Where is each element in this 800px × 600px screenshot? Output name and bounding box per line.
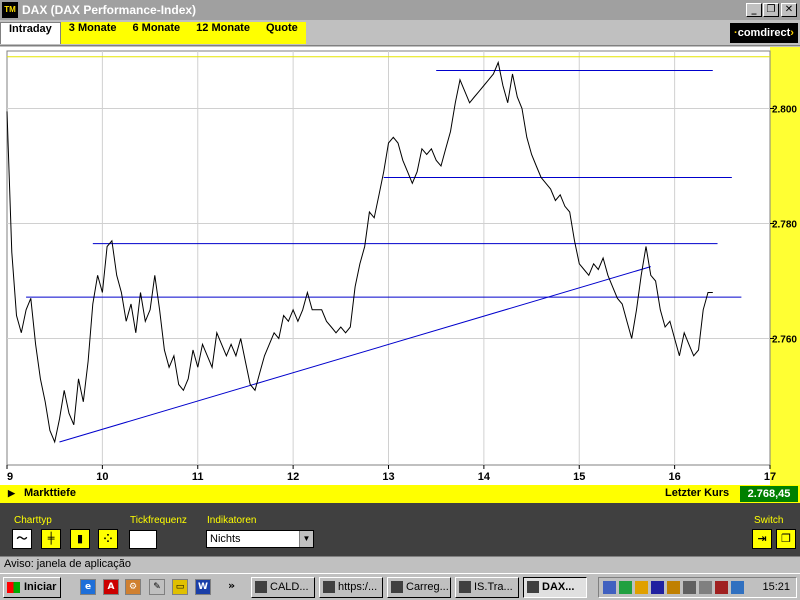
minimize-icon[interactable]: _ (746, 3, 762, 17)
task-cald-icon (255, 581, 267, 593)
charttyp-label: Charttyp (14, 515, 52, 526)
price-line (6, 60, 713, 444)
task-dax[interactable]: DAX... (523, 577, 587, 598)
switch-forward-icon[interactable]: ⇥ (752, 529, 772, 549)
expand-arrow-icon[interactable]: ▶ (8, 488, 15, 499)
tab-intraday[interactable]: Intraday (0, 22, 61, 44)
folder-icon[interactable]: ▭ (172, 579, 188, 595)
tray-app-icon[interactable] (731, 581, 744, 594)
switch-window-icon[interactable]: ❐ (776, 529, 796, 549)
taskbar: Iniciar e A ⚙ ✎ ▭ W » CALD... https:/...… (0, 573, 800, 600)
start-button[interactable]: Iniciar (3, 577, 61, 598)
control-panel: Charttyp 〜 ╪ ▮ ⁘ Tickfrequenz Indikatore… (0, 503, 800, 556)
indikatoren-select[interactable]: Nichts ▼ (206, 530, 314, 548)
task-cald[interactable]: CALD... (251, 577, 315, 598)
x-tick-label: 12 (287, 471, 299, 483)
task-https[interactable]: https:/... (319, 577, 383, 598)
x-tick-label: 16 (669, 471, 681, 483)
y-tick-label: 2.780 (772, 220, 797, 231)
logo-text: comdirect (737, 27, 791, 39)
task-https-icon (323, 581, 335, 593)
status-text: Aviso: janela de aplicação (4, 558, 131, 570)
task-https-label: https:/... (338, 581, 378, 593)
switch-label: Switch (754, 515, 784, 526)
tab-6-monate[interactable]: 6 Monate (124, 22, 189, 44)
x-tick-label: 10 (96, 471, 108, 483)
chart-area[interactable]: 9 10 11 12 13 14 15 16 17 2.800 2.780 2.760 (0, 47, 800, 485)
dropdown-arrow-icon[interactable]: ▼ (299, 531, 313, 547)
point-chart-icon[interactable]: ⁘ (98, 529, 118, 549)
letzter-kurs-value: 2.768,45 (740, 486, 798, 502)
internet-explorer-icon[interactable]: e (80, 579, 96, 595)
trendline[interactable] (59, 266, 651, 443)
windows-flag-icon (7, 582, 20, 593)
tray-globe-icon[interactable] (619, 581, 632, 594)
tab-list: Intraday 3 Monate 6 Monate 12 Monate Quo… (0, 22, 306, 44)
close-icon[interactable]: ✕ (781, 3, 797, 17)
task-dax-icon (527, 581, 539, 593)
acrobat-icon[interactable]: A (103, 579, 119, 595)
tray-printer-icon[interactable] (683, 581, 696, 594)
y-tick-label: 2.760 (772, 335, 797, 346)
y-tick-label: 2.800 (772, 105, 797, 116)
task-istra-icon (459, 581, 471, 593)
ohlc-chart-icon[interactable]: ╪ (41, 529, 61, 549)
tab-12-monate[interactable]: 12 Monate (188, 22, 258, 44)
title-bar: TM DAX (DAX Performance-Index) _ ❐ ✕ (0, 0, 800, 20)
task-istra-label: IS.Tra... (474, 581, 513, 593)
tray-security-icon[interactable] (635, 581, 648, 594)
x-tick-label: 9 (7, 471, 13, 483)
tab-quote[interactable]: Quote (257, 22, 306, 44)
system-tray: 15:21 (598, 577, 797, 598)
candlestick-chart-icon[interactable]: ▮ (70, 529, 90, 549)
tab-bar: Intraday 3 Monate 6 Monate 12 Monate Quo… (0, 20, 800, 46)
network-icon[interactable]: ⚙ (125, 579, 141, 595)
tray-network-icon[interactable] (603, 581, 616, 594)
x-tick-label: 15 (573, 471, 585, 483)
x-tick-label: 13 (382, 471, 394, 483)
markttiefe-label[interactable]: Markttiefe (24, 487, 76, 499)
indikatoren-label: Indikatoren (207, 515, 257, 526)
task-carreg-label: Carreg... (406, 581, 449, 593)
clock: 15:21 (762, 581, 790, 593)
task-carreg[interactable]: Carreg... (387, 577, 451, 598)
markttiefe-bar: ▶ Markttiefe Letzter Kurs 2.768,45 (0, 485, 800, 503)
task-cald-label: CALD... (270, 581, 309, 593)
start-label: Iniciar (24, 581, 57, 593)
line-chart-icon[interactable]: 〜 (12, 529, 32, 549)
tab-3-monate[interactable]: 3 Monate (60, 22, 125, 44)
tray-speaker-icon[interactable] (699, 581, 712, 594)
x-tick-label: 14 (478, 471, 491, 483)
status-bar: Aviso: janela de aplicação (0, 556, 800, 573)
window-title: DAX (DAX Performance-Index) (22, 3, 197, 17)
task-carreg-icon (391, 581, 403, 593)
indikatoren-value: Nichts (210, 533, 241, 545)
price-chart[interactable]: 9 10 11 12 13 14 15 16 17 2.800 2.780 2.760 (0, 47, 800, 485)
tray-monitor-icon[interactable] (667, 581, 680, 594)
tray-n-icon[interactable] (651, 581, 664, 594)
tickfrequenz-label: Tickfrequenz (130, 515, 187, 526)
task-istra[interactable]: IS.Tra... (455, 577, 519, 598)
security-icon[interactable]: ✎ (149, 579, 165, 595)
letzter-kurs-label: Letzter Kurs (665, 487, 730, 499)
app-icon[interactable]: TM (2, 2, 18, 18)
taskbar-chevron-icon[interactable]: » (228, 579, 235, 592)
task-dax-label: DAX... (542, 581, 575, 593)
tickfrequenz-input[interactable] (129, 530, 157, 549)
comdirect-logo: ·comdirect› (730, 23, 798, 43)
word-icon[interactable]: W (195, 579, 211, 595)
restore-icon[interactable]: ❐ (763, 3, 779, 17)
x-tick-label: 11 (192, 471, 204, 483)
tray-tool-icon[interactable] (715, 581, 728, 594)
x-tick-label: 17 (764, 471, 776, 483)
